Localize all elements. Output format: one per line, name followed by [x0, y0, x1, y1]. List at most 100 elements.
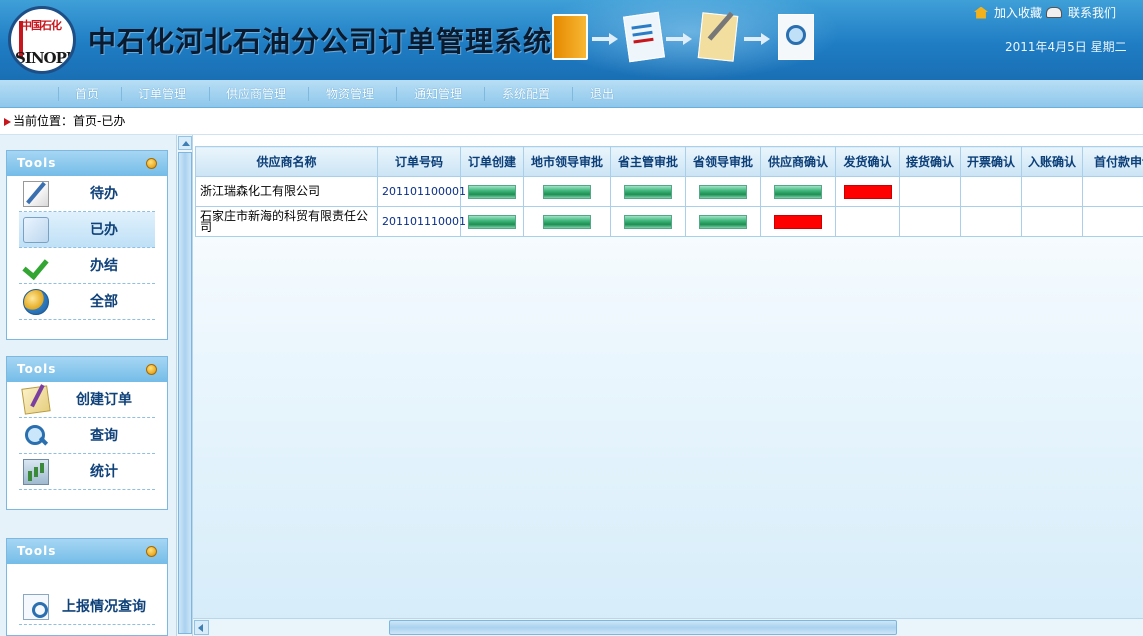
book-icon: [552, 14, 588, 60]
nav-item-orders[interactable]: 订单管理: [138, 80, 186, 108]
column-header: 开票确认: [960, 146, 1022, 177]
status-cell: [960, 176, 1022, 207]
edit-document-icon: [23, 181, 49, 207]
nav-item-materials[interactable]: 物资管理: [326, 80, 374, 108]
top-links: 加入收藏 联系我们: [974, 4, 1116, 21]
sidebar-panel-reports: Tools 上报情况查询: [6, 538, 168, 636]
sidebar-item-label: 查询: [90, 428, 118, 444]
scrollbar-thumb[interactable]: [389, 620, 897, 635]
nav-separator: [396, 87, 397, 101]
sidebar-item-label: 上报情况查询: [62, 599, 146, 615]
status-cell: [685, 176, 761, 207]
nav-item-notices[interactable]: 通知管理: [414, 80, 462, 108]
home-icon[interactable]: [974, 6, 988, 19]
panel-header: Tools: [7, 151, 167, 176]
column-header: 地市领导审批: [523, 146, 611, 177]
status-bar: [774, 184, 822, 199]
status-cell: [835, 206, 900, 237]
column-header: 订单号码: [377, 146, 461, 177]
order-number-cell[interactable]: 201101100001: [377, 176, 466, 207]
main-content: 供应商名称 订单号码 订单创建 地市领导审批 省主管审批 省领导审批 供应商确认…: [193, 135, 1143, 636]
scroll-up-icon[interactable]: [178, 136, 192, 150]
arrow-right-icon: [666, 33, 692, 45]
sidebar-item-closed[interactable]: 办结: [19, 248, 155, 284]
scroll-left-icon[interactable]: [194, 620, 209, 635]
column-header: 省主管审批: [610, 146, 686, 177]
panel-title: Tools: [17, 544, 57, 558]
system-title: 中石化河北石油分公司订单管理系统: [88, 25, 553, 58]
status-bar: [624, 214, 672, 229]
status-bar: [543, 214, 591, 229]
document-icon: [622, 11, 666, 63]
sidebar-panel-tasks: Tools 待办 已办 办结 全部: [6, 150, 168, 340]
logo-mark: 中国石化: [21, 19, 62, 32]
panel-toggle-icon[interactable]: [146, 546, 157, 557]
search-document-icon: [778, 14, 814, 60]
column-header: 接货确认: [899, 146, 961, 177]
sidebar-item-query[interactable]: 查询: [19, 418, 155, 454]
column-header: 供应商名称: [195, 146, 378, 177]
nav-item-home[interactable]: 首页: [75, 80, 99, 108]
current-date: 2011年4月5日 星期二: [1005, 40, 1127, 54]
table-row[interactable]: 石家庄市新海的科贸有限责任公司 201101110001: [195, 206, 1143, 237]
status-cell: [523, 206, 611, 237]
arrow-right-icon: [592, 33, 618, 45]
nav-item-logout[interactable]: 退出: [590, 80, 614, 108]
header-banner: 中国石化 SINOPEC 中石化河北石油分公司订单管理系统 加入收藏 联系我们 2…: [0, 0, 1143, 80]
pen-paper-icon: [21, 385, 51, 415]
order-table: 供应商名称 订单号码 订单创建 地市领导审批 省主管审批 省领导审批 供应商确认…: [195, 146, 1143, 237]
order-number-cell[interactable]: 201101110001: [377, 206, 466, 237]
sidebar-item-create-order[interactable]: 创建订单: [19, 382, 155, 418]
checkmark-icon: [23, 253, 49, 279]
location-arrow-icon: [4, 117, 11, 126]
status-cell: [899, 176, 961, 207]
sidebar-scrollbar[interactable]: [176, 135, 193, 636]
table-row[interactable]: 浙江瑞森化工有限公司 201101100001: [195, 176, 1143, 207]
scrollbar-thumb[interactable]: [178, 152, 192, 634]
sidebar-item-label: 办结: [90, 258, 118, 274]
main-nav: 首页 订单管理 供应商管理 物资管理 通知管理 系统配置 退出: [0, 80, 1143, 108]
sidebar-item-todo[interactable]: 待办: [19, 176, 155, 212]
contact-us-link[interactable]: 联系我们: [1068, 6, 1116, 20]
sidebar: Tools 待办 已办 办结 全部 Tools 创建订单 查询 统计 Tools…: [0, 135, 176, 636]
sidebar-item-statistics[interactable]: 统计: [19, 454, 155, 490]
sinopec-logo: 中国石化 SINOPEC: [8, 6, 76, 74]
globe-icon: [23, 289, 49, 315]
completed-document-icon: [23, 217, 49, 243]
column-header: 发货确认: [835, 146, 900, 177]
status-cell: [610, 206, 686, 237]
notepad-icon: [697, 12, 739, 62]
horizontal-scrollbar[interactable]: [193, 618, 1143, 636]
panel-toggle-icon[interactable]: [146, 364, 157, 375]
add-favorite-link[interactable]: 加入收藏: [994, 6, 1042, 20]
nav-item-suppliers[interactable]: 供应商管理: [226, 80, 286, 108]
status-bar: [468, 184, 516, 199]
status-cell: [899, 206, 961, 237]
phone-icon[interactable]: [1046, 7, 1063, 18]
sidebar-item-done[interactable]: 已办: [19, 212, 155, 248]
sidebar-item-label: 待办: [90, 186, 118, 202]
sidebar-item-report-query[interactable]: 上报情况查询: [19, 589, 155, 625]
status-cell: [1021, 206, 1083, 237]
magnifier-icon: [23, 423, 49, 449]
column-header: 入账确认: [1021, 146, 1083, 177]
status-cell: [1021, 176, 1083, 207]
column-header: 首付款申请: [1082, 146, 1143, 177]
status-bar: [843, 184, 892, 199]
column-header: 订单创建: [460, 146, 524, 177]
status-cell: [610, 176, 686, 207]
status-cell: [1082, 206, 1143, 237]
status-cell: [685, 206, 761, 237]
panel-toggle-icon[interactable]: [146, 158, 157, 169]
nav-item-settings[interactable]: 系统配置: [502, 80, 550, 108]
panel-header: Tools: [7, 539, 167, 564]
status-cell: [835, 176, 900, 207]
nav-separator: [572, 87, 573, 101]
status-cell: [960, 206, 1022, 237]
logo-text: SINOPEC: [15, 49, 76, 67]
sidebar-item-all[interactable]: 全部: [19, 284, 155, 320]
sidebar-panel-orders: Tools 创建订单 查询 统计: [6, 356, 168, 510]
status-cell: [760, 176, 836, 207]
status-bar: [699, 184, 747, 199]
nav-separator: [121, 87, 122, 101]
